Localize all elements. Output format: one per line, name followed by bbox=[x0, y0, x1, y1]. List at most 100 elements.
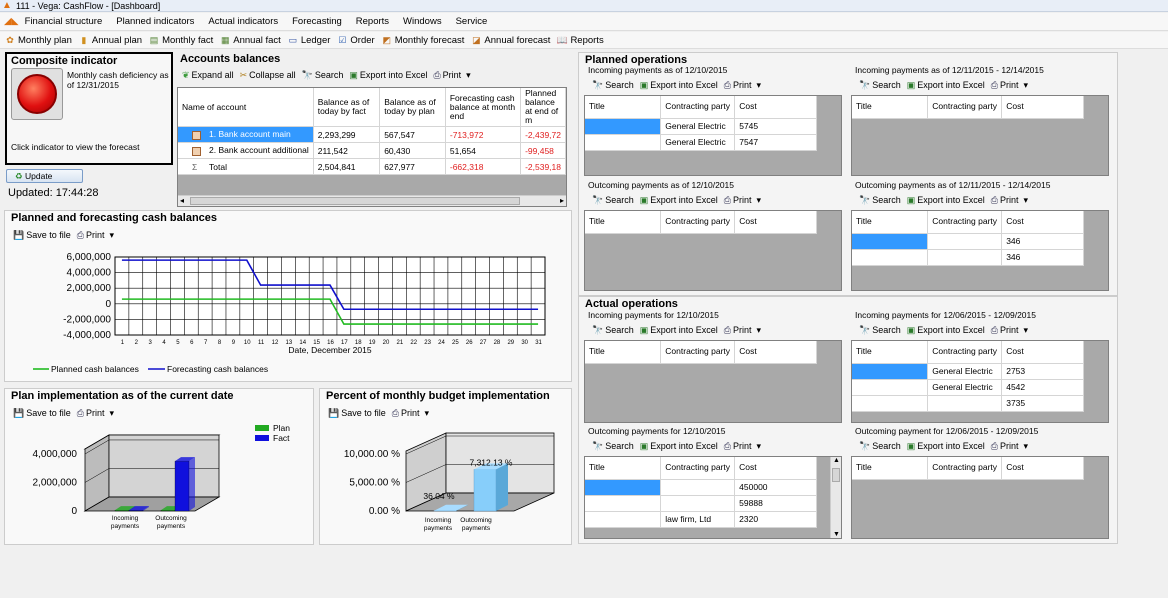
ops-export-button[interactable]: ▣ Export into Excel bbox=[640, 325, 718, 336]
accounts-print-button[interactable]: ⎙ Print ▾ bbox=[433, 70, 470, 81]
ops-export-button[interactable]: ▣ Export into Excel bbox=[907, 195, 985, 206]
scrollbar-thumb[interactable] bbox=[190, 197, 520, 205]
menu-planned-indicators[interactable]: Planned indicators bbox=[116, 16, 194, 27]
table-row[interactable]: General Electric 5745 bbox=[585, 118, 817, 135]
ops-print-button[interactable]: ⎙ Print ▾ bbox=[724, 80, 761, 91]
table-row[interactable]: 346 bbox=[852, 249, 1084, 266]
expand-all-button[interactable]: ❦ Expand all bbox=[182, 70, 234, 81]
col-contracting-party[interactable]: Contracting party bbox=[927, 211, 1003, 234]
col-contracting-party[interactable]: Contracting party bbox=[660, 96, 736, 119]
plan-impl-print-button[interactable]: ⎙ Print ▾ bbox=[77, 408, 114, 419]
table-row[interactable]: 346 bbox=[852, 233, 1084, 250]
col-cost[interactable]: Cost bbox=[734, 457, 817, 480]
col-cost[interactable]: Cost bbox=[734, 211, 817, 234]
ops-search-button[interactable]: 🔭 Search bbox=[592, 80, 634, 91]
percent-print-button[interactable]: ⎙ Print ▾ bbox=[392, 408, 429, 419]
ops-search-button[interactable]: 🔭 Search bbox=[592, 441, 634, 452]
table-row[interactable]: General Electric 7547 bbox=[585, 134, 817, 151]
menu-windows[interactable]: Windows bbox=[403, 16, 442, 27]
table-row[interactable]: 450000 bbox=[585, 479, 817, 496]
table-row[interactable]: Σ Total 2,504,841 627,977 -662,318 -2,539… bbox=[178, 158, 566, 175]
col-plan[interactable]: Balance as of today by plan bbox=[379, 88, 446, 127]
vertical-scrollbar[interactable]: ▲ ▼ bbox=[830, 457, 841, 538]
table-row[interactable]: General Electric 4542 bbox=[852, 379, 1084, 396]
indicator-lamp[interactable] bbox=[11, 68, 63, 120]
col-title[interactable]: Title bbox=[585, 96, 662, 119]
col-contracting-party[interactable]: Contracting party bbox=[660, 457, 736, 480]
accounts-export-button[interactable]: ▣ Export into Excel bbox=[349, 70, 427, 81]
annual-forecast-button[interactable]: ◪ Annual forecast bbox=[470, 35, 550, 46]
ops-export-button[interactable]: ▣ Export into Excel bbox=[640, 441, 718, 452]
table-row[interactable]: 3735 bbox=[852, 395, 1084, 412]
col-cost[interactable]: Cost bbox=[1001, 211, 1084, 234]
update-button[interactable]: ♻ Update bbox=[6, 169, 83, 183]
reports-button[interactable]: 📖 Reports bbox=[556, 35, 604, 46]
ops-export-button[interactable]: ▣ Export into Excel bbox=[907, 441, 985, 452]
scroll-right-icon[interactable]: ▸ bbox=[560, 196, 564, 205]
ops-search-button[interactable]: 🔭 Search bbox=[592, 325, 634, 336]
percent-save-button[interactable]: 💾 Save to file bbox=[328, 408, 386, 419]
scroll-down-icon[interactable]: ▼ bbox=[833, 531, 840, 538]
ops-search-button[interactable]: 🔭 Search bbox=[859, 441, 901, 452]
plan-impl-save-button[interactable]: 💾 Save to file bbox=[13, 408, 71, 419]
order-button[interactable]: ☑ Order bbox=[336, 35, 374, 46]
col-cost[interactable]: Cost bbox=[1001, 457, 1084, 480]
col-title[interactable]: Title bbox=[585, 457, 662, 480]
col-contracting-party[interactable]: Contracting party bbox=[927, 341, 1003, 364]
scroll-left-icon[interactable]: ◂ bbox=[180, 196, 184, 205]
table-row[interactable]: 59888 bbox=[585, 495, 817, 512]
ops-search-button[interactable]: 🔭 Search bbox=[592, 195, 634, 206]
col-title[interactable]: Title bbox=[852, 341, 929, 364]
col-account-name[interactable]: Name of account bbox=[178, 88, 314, 127]
scroll-up-icon[interactable]: ▲ bbox=[833, 457, 840, 464]
ops-export-button[interactable]: ▣ Export into Excel bbox=[640, 80, 718, 91]
col-title[interactable]: Title bbox=[585, 211, 662, 234]
menu-app-icon[interactable]: ◢◣ bbox=[4, 16, 19, 27]
col-fact[interactable]: Balance as of today by fact bbox=[313, 88, 381, 127]
col-title[interactable]: Title bbox=[852, 211, 929, 234]
ops-print-button[interactable]: ⎙ Print ▾ bbox=[991, 80, 1028, 91]
ledger-button[interactable]: ▭ Ledger bbox=[287, 35, 331, 46]
ops-print-button[interactable]: ⎙ Print ▾ bbox=[991, 441, 1028, 452]
table-row[interactable]: 1. Bank account main 2,293,299 567,547 -… bbox=[178, 126, 566, 143]
col-cost[interactable]: Cost bbox=[1001, 96, 1084, 119]
monthly-plan-button[interactable]: ✿ Monthly plan bbox=[4, 35, 72, 46]
menu-financial-structure[interactable]: Financial structure bbox=[25, 16, 103, 27]
menu-actual-indicators[interactable]: Actual indicators bbox=[208, 16, 278, 27]
ops-print-button[interactable]: ⎙ Print ▾ bbox=[724, 195, 761, 206]
col-title[interactable]: Title bbox=[585, 341, 662, 364]
table-row[interactable]: General Electric 2753 bbox=[852, 363, 1084, 380]
col-contracting-party[interactable]: Contracting party bbox=[660, 211, 736, 234]
col-planned[interactable]: Planned balance at end of m bbox=[520, 88, 566, 127]
ops-export-button[interactable]: ▣ Export into Excel bbox=[907, 80, 985, 91]
col-contracting-party[interactable]: Contracting party bbox=[927, 457, 1003, 480]
annual-plan-button[interactable]: ▮ Annual plan bbox=[78, 35, 142, 46]
ops-print-button[interactable]: ⎙ Print ▾ bbox=[724, 441, 761, 452]
col-cost[interactable]: Cost bbox=[734, 96, 817, 119]
ops-search-button[interactable]: 🔭 Search bbox=[859, 325, 901, 336]
ops-search-button[interactable]: 🔭 Search bbox=[859, 195, 901, 206]
balances-print-button[interactable]: ⎙ Print ▾ bbox=[77, 230, 114, 241]
monthly-forecast-button[interactable]: ◩ Monthly forecast bbox=[381, 35, 464, 46]
col-cost[interactable]: Cost bbox=[734, 341, 817, 364]
menu-forecasting[interactable]: Forecasting bbox=[292, 16, 342, 27]
horizontal-scrollbar[interactable]: ◂ ▸ bbox=[178, 195, 566, 206]
menu-service[interactable]: Service bbox=[456, 16, 488, 27]
ops-print-button[interactable]: ⎙ Print ▾ bbox=[991, 325, 1028, 336]
annual-fact-button[interactable]: ▦ Annual fact bbox=[219, 35, 281, 46]
ops-print-button[interactable]: ⎙ Print ▾ bbox=[724, 325, 761, 336]
table-row[interactable]: law firm, Ltd 2320 bbox=[585, 511, 817, 528]
menu-reports[interactable]: Reports bbox=[356, 16, 389, 27]
col-cost[interactable]: Cost bbox=[1001, 341, 1084, 364]
col-contracting-party[interactable]: Contracting party bbox=[927, 96, 1003, 119]
table-row[interactable]: 2. Bank account additional 211,542 60,43… bbox=[178, 142, 566, 159]
col-title[interactable]: Title bbox=[852, 457, 929, 480]
col-title[interactable]: Title bbox=[852, 96, 929, 119]
monthly-fact-button[interactable]: ▤ Monthly fact bbox=[148, 35, 213, 46]
ops-search-button[interactable]: 🔭 Search bbox=[859, 80, 901, 91]
collapse-all-button[interactable]: ✂ Collapse all bbox=[240, 70, 296, 81]
scrollbar-thumb[interactable] bbox=[832, 468, 840, 482]
col-forecast[interactable]: Forecasting cash balance at month end bbox=[445, 88, 522, 127]
ops-print-button[interactable]: ⎙ Print ▾ bbox=[991, 195, 1028, 206]
col-contracting-party[interactable]: Contracting party bbox=[660, 341, 736, 364]
